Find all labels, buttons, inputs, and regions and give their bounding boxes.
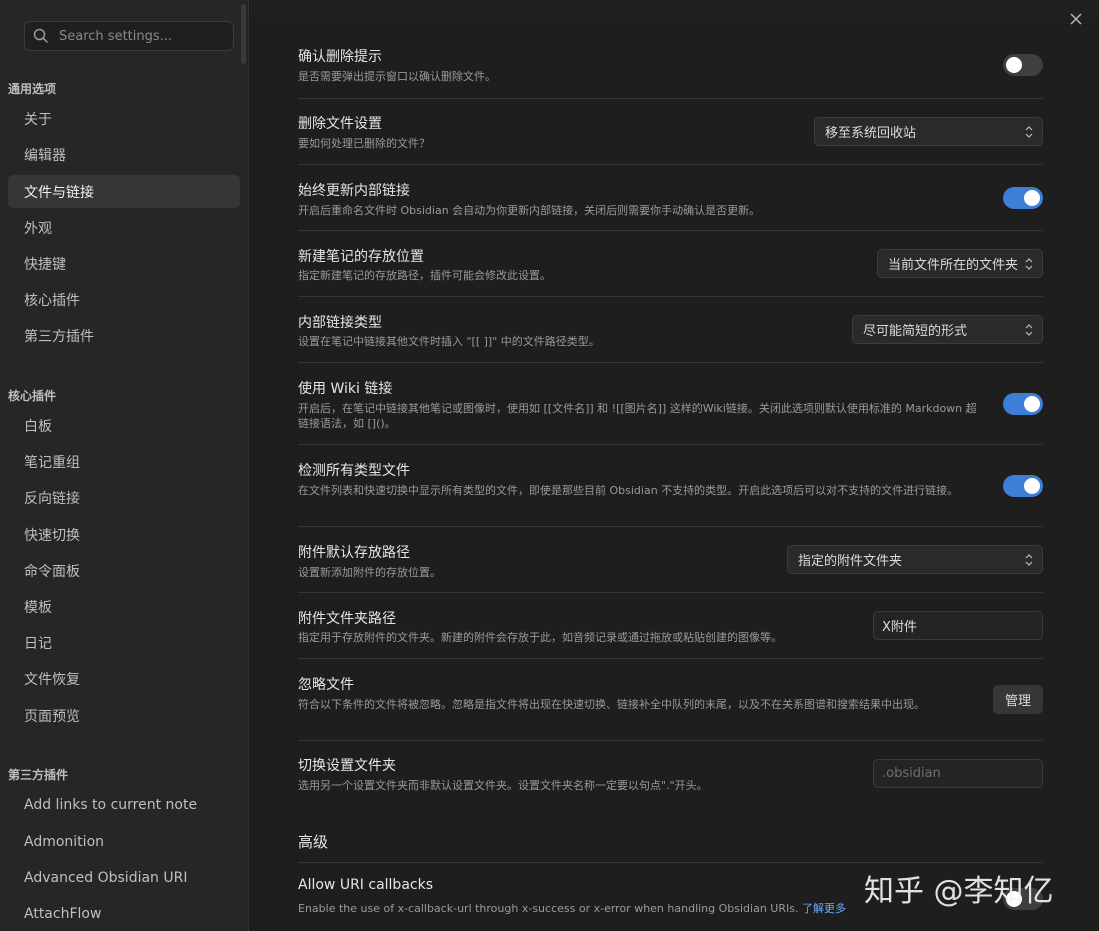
setting-update-links: 始终更新内部链接 开启后重命名文件时 Obsidian 会自动为你更新内部链接，…: [298, 164, 1043, 230]
chevron-updown-icon: [1025, 258, 1033, 270]
setting-title: 新建笔记的存放位置: [298, 249, 424, 265]
setting-attachment-location: 附件默认存放路径 设置新添加附件的存放位置。 指定的附件文件夹: [298, 526, 1043, 592]
sidebar-item-community-plugins[interactable]: 第三方插件: [8, 319, 240, 352]
setting-description: 符合以下条件的文件将被忽略。忽略是指文件将出现在快速切换、链接补全中队列的末尾，…: [298, 698, 925, 711]
group-title-general: 通用选项: [8, 82, 57, 96]
dropdown-value: 指定的附件文件夹: [798, 554, 903, 569]
toggle-knob: [1024, 396, 1040, 412]
setting-title: 确认删除提示: [298, 49, 382, 65]
setting-description: 是否需要弹出提示窗口以确认删除文件。: [298, 70, 496, 83]
toggle-knob: [1024, 190, 1040, 206]
attachment-location-dropdown[interactable]: 指定的附件文件夹: [787, 545, 1043, 574]
search-box[interactable]: [24, 21, 234, 51]
chevron-updown-icon: [1025, 126, 1033, 138]
setting-description: 设置新添加附件的存放位置。: [298, 566, 441, 579]
chevron-updown-icon: [1025, 554, 1033, 566]
wiki-links-toggle[interactable]: [1003, 393, 1043, 415]
sidebar-item-plugin[interactable]: Admonition: [8, 825, 240, 858]
setting-attachment-folder: 附件文件夹路径 指定用于存放附件的文件夹。新建的附件会存放于此，如音频记录或通过…: [298, 592, 1043, 658]
sidebar-item-plugin[interactable]: AttachFlow: [8, 897, 240, 930]
sidebar-item-plugin[interactable]: Advanced Obsidian URI: [8, 861, 240, 894]
advanced-heading: 高级: [298, 833, 329, 851]
setting-title: 附件文件夹路径: [298, 611, 396, 627]
dropdown-value: 当前文件所在的文件夹: [888, 258, 1019, 273]
setting-description: 设置在笔记中链接其他文件时插入 "[[ ]]" 中的文件路径类型。: [298, 335, 600, 348]
sidebar-item-editor[interactable]: 编辑器: [8, 138, 240, 171]
sidebar-item-quick-switcher[interactable]: 快速切换: [8, 518, 240, 551]
setting-detect-all-files: 检测所有类型文件 在文件列表和快速切换中显示所有类型的文件，即使是那些目前 Ob…: [298, 444, 1043, 526]
sidebar-scrollbar[interactable]: [241, 4, 246, 64]
setting-confirm-delete: 确认删除提示 是否需要弹出提示窗口以确认删除文件。: [298, 36, 1043, 98]
sidebar-item-page-preview[interactable]: 页面预览: [8, 699, 240, 732]
setting-description: Enable the use of x-callback-url through…: [298, 901, 846, 916]
group-title-third-party: 第三方插件: [8, 768, 69, 782]
sidebar-item-daily-notes[interactable]: 日记: [8, 626, 240, 659]
setting-title: 附件默认存放路径: [298, 545, 410, 561]
setting-new-note-location: 新建笔记的存放位置 指定新建笔记的存放路径，插件可能会修改此设置。 当前文件所在…: [298, 230, 1043, 296]
sidebar-item-files-links[interactable]: 文件与链接: [8, 175, 240, 208]
search-input[interactable]: [59, 28, 219, 44]
sidebar-item-plugin[interactable]: Add links to current note: [8, 788, 240, 821]
settings-content: 确认删除提示 是否需要弹出提示窗口以确认删除文件。 删除文件设置 要如何处理已删…: [250, 0, 1099, 931]
setting-title: Allow URI callbacks: [298, 877, 433, 893]
sidebar-item-canvas[interactable]: 白板: [8, 409, 240, 442]
deleted-files-dropdown[interactable]: 移至系统回收站: [814, 117, 1043, 146]
dropdown-value: 移至系统回收站: [825, 126, 917, 141]
search-icon: [33, 28, 49, 44]
setting-description: 指定用于存放附件的文件夹。新建的附件会存放于此，如音频记录或通过拖放或粘贴创建的…: [298, 631, 782, 644]
setting-title: 始终更新内部链接: [298, 183, 410, 199]
link-format-dropdown[interactable]: 尽可能简短的形式: [852, 315, 1043, 344]
setting-title: 删除文件设置: [298, 116, 382, 132]
sidebar-item-templates[interactable]: 模板: [8, 590, 240, 623]
toggle-knob: [1006, 57, 1022, 73]
setting-title: 忽略文件: [298, 677, 354, 693]
setting-description: 指定新建笔记的存放路径，插件可能会修改此设置。: [298, 269, 551, 282]
learn-more-link[interactable]: 了解更多: [802, 902, 846, 915]
close-icon: [1070, 13, 1082, 25]
title-bar: [250, 0, 1099, 18]
setting-title: 检测所有类型文件: [298, 463, 410, 479]
setting-deleted-files: 删除文件设置 要如何处理已删除的文件？ 移至系统回收站: [298, 98, 1043, 164]
watermark-text: 知乎 @李知亿: [864, 874, 1054, 909]
setting-title: 切换设置文件夹: [298, 758, 396, 774]
sidebar-item-backlinks[interactable]: 反向链接: [8, 481, 240, 514]
setting-description: 选用另一个设置文件夹而非默认设置文件夹。设置文件夹名称一定要以句点"."开头。: [298, 779, 708, 792]
setting-wiki-links: 使用 Wiki 链接 开启后，在笔记中链接其他笔记或图像时，使用如 [[文件名]…: [298, 362, 1043, 444]
setting-description: 在文件列表和快速切换中显示所有类型的文件，即使是那些目前 Obsidian 不支…: [298, 484, 959, 497]
setting-title: 内部链接类型: [298, 315, 382, 331]
setting-description: 开启后重命名文件时 Obsidian 会自动为你更新内部链接，关闭后则需要你手动…: [298, 204, 761, 217]
group-title-core-plugins: 核心插件: [8, 389, 57, 403]
update-links-toggle[interactable]: [1003, 187, 1043, 209]
dropdown-value: 尽可能简短的形式: [863, 324, 968, 339]
confirm-delete-toggle[interactable]: [1003, 54, 1043, 76]
setting-link-format: 内部链接类型 设置在笔记中链接其他文件时插入 "[[ ]]" 中的文件路径类型。…: [298, 296, 1043, 362]
sidebar-item-core-plugins[interactable]: 核心插件: [8, 283, 240, 316]
toggle-knob: [1024, 478, 1040, 494]
sidebar-item-hotkeys[interactable]: 快捷键: [8, 247, 240, 280]
uri-desc-text: Enable the use of x-callback-url through…: [298, 902, 799, 915]
sidebar-item-note-composer[interactable]: 笔记重组: [8, 445, 240, 478]
settings-sidebar: 通用选项 关于 编辑器 文件与链接 外观 快捷键 核心插件 第三方插件 核心插件…: [0, 0, 249, 931]
setting-description: 要如何处理已删除的文件？: [298, 137, 430, 150]
close-button[interactable]: [1067, 10, 1085, 28]
chevron-updown-icon: [1025, 324, 1033, 336]
setting-title: 使用 Wiki 链接: [298, 381, 393, 397]
sidebar-item-appearance[interactable]: 外观: [8, 211, 240, 244]
new-note-location-dropdown[interactable]: 当前文件所在的文件夹: [877, 249, 1043, 278]
setting-excluded-files: 忽略文件 符合以下条件的文件将被忽略。忽略是指文件将出现在快速切换、链接补全中队…: [298, 658, 1043, 740]
attachment-folder-input[interactable]: X附件: [873, 611, 1043, 640]
manage-button[interactable]: 管理: [992, 685, 1043, 714]
config-folder-input[interactable]: .obsidian: [873, 759, 1043, 788]
setting-description: 开启后，在笔记中链接其他笔记或图像时，使用如 [[文件名]] 和 ![[图片名]…: [298, 402, 977, 430]
sidebar-item-command-palette[interactable]: 命令面板: [8, 554, 240, 587]
sidebar-item-file-recovery[interactable]: 文件恢复: [8, 662, 240, 695]
sidebar-item-about[interactable]: 关于: [8, 102, 240, 135]
setting-config-folder: 切换设置文件夹 选用另一个设置文件夹而非默认设置文件夹。设置文件夹名称一定要以句…: [298, 740, 1043, 806]
detect-all-files-toggle[interactable]: [1003, 475, 1043, 497]
